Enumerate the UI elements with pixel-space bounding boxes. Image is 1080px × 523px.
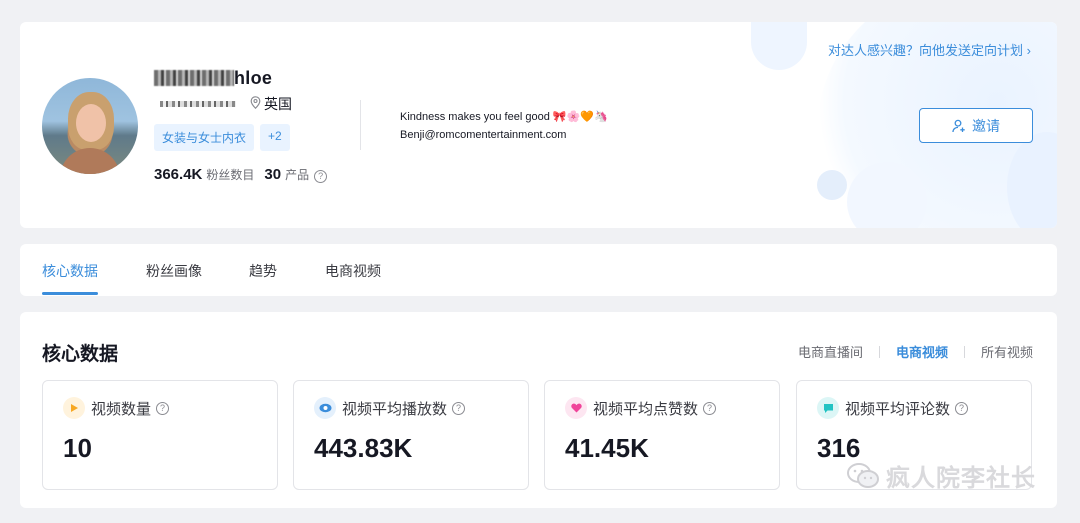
section-title: 核心数据 xyxy=(42,344,119,365)
metric-card-avg-views: 视频平均播放数 ? 443.83K xyxy=(293,380,529,490)
active-tab-indicator xyxy=(42,292,98,295)
bio-text: Kindness makes you feel good 🎀🌸🧡🦄 xyxy=(400,111,608,123)
comment-icon xyxy=(817,397,839,419)
metric-label: 视频平均点赞数 xyxy=(593,400,699,418)
decor-circle xyxy=(751,22,807,70)
add-user-icon xyxy=(952,119,965,132)
divider xyxy=(360,100,361,150)
creator-name: hloe xyxy=(154,68,272,89)
metric-value: 41.45K xyxy=(565,433,649,463)
help-icon[interactable]: ? xyxy=(703,401,717,415)
metric-label: 视频数量 xyxy=(91,400,152,418)
tab-core-data[interactable]: 核心数据 xyxy=(42,261,98,281)
watermark-text: 疯人院李社长 xyxy=(886,465,1036,492)
filter-ecommerce-video[interactable]: 电商视频 xyxy=(896,342,948,361)
tab-fan-profile[interactable]: 粉丝画像 xyxy=(146,261,202,281)
metric-label: 视频平均评论数 xyxy=(845,400,951,418)
metric-card-avg-likes: 视频平均点赞数 ? 41.45K xyxy=(544,380,780,490)
help-icon[interactable]: ? xyxy=(156,401,170,415)
filter-all-videos[interactable]: 所有视频 xyxy=(981,342,1033,361)
heart-icon xyxy=(565,397,587,419)
eye-icon xyxy=(314,397,336,419)
profile-card: hloe 英国 女装与女士内衣 +2 366.4K 粉丝数目 30 产品 ? K… xyxy=(20,22,1057,228)
products-value: 30 xyxy=(264,166,282,183)
decor-circle xyxy=(817,170,847,200)
followers-label: 粉丝数目 xyxy=(206,168,255,182)
handle-redacted xyxy=(160,101,236,107)
wechat-icon xyxy=(847,462,879,488)
location-pin-icon xyxy=(250,96,261,112)
help-icon[interactable]: ? xyxy=(314,169,328,183)
invite-label: 邀请 xyxy=(972,117,1000,134)
more-tags-badge[interactable]: +2 xyxy=(260,124,290,151)
metric-card-video-count: 视频数量 ? 10 xyxy=(42,380,278,490)
metric-value: 10 xyxy=(63,433,92,463)
handle-location-row: 英国 xyxy=(160,94,292,114)
location-text: 英国 xyxy=(264,96,292,112)
filter-livestream[interactable]: 电商直播间 xyxy=(798,342,863,361)
profile-stats: 366.4K 粉丝数目 30 产品 ? xyxy=(154,166,328,183)
metric-label: 视频平均播放数 xyxy=(342,400,448,418)
name-redacted xyxy=(154,70,234,86)
watermark: 疯人院李社长 xyxy=(846,458,1036,493)
invite-button[interactable]: 邀请 xyxy=(919,108,1033,143)
video-type-filter: 电商直播间 电商视频 所有视频 xyxy=(798,342,1033,361)
avatar xyxy=(42,78,138,174)
bio: Kindness makes you feel good 🎀🌸🧡🦄 Benji@… xyxy=(400,108,608,144)
metric-value: 443.83K xyxy=(314,433,413,463)
bio-email: Benji@romcomentertainment.com xyxy=(400,129,567,141)
category-tags: 女装与女士内衣 +2 xyxy=(154,124,290,151)
category-tag[interactable]: 女装与女士内衣 xyxy=(154,124,255,151)
tab-bar: 核心数据 粉丝画像 趋势 电商视频 xyxy=(20,244,1057,296)
followers-value: 366.4K xyxy=(154,166,203,183)
tab-trend[interactable]: 趋势 xyxy=(249,261,277,281)
products-label: 产品 xyxy=(285,168,310,182)
tab-ecommerce-video[interactable]: 电商视频 xyxy=(325,261,381,281)
help-icon[interactable]: ? xyxy=(452,401,466,415)
send-plan-link[interactable]: 对达人感兴趣？向他发送定向计划 › xyxy=(828,40,1031,59)
help-icon[interactable]: ? xyxy=(955,401,969,415)
play-icon xyxy=(63,397,85,419)
